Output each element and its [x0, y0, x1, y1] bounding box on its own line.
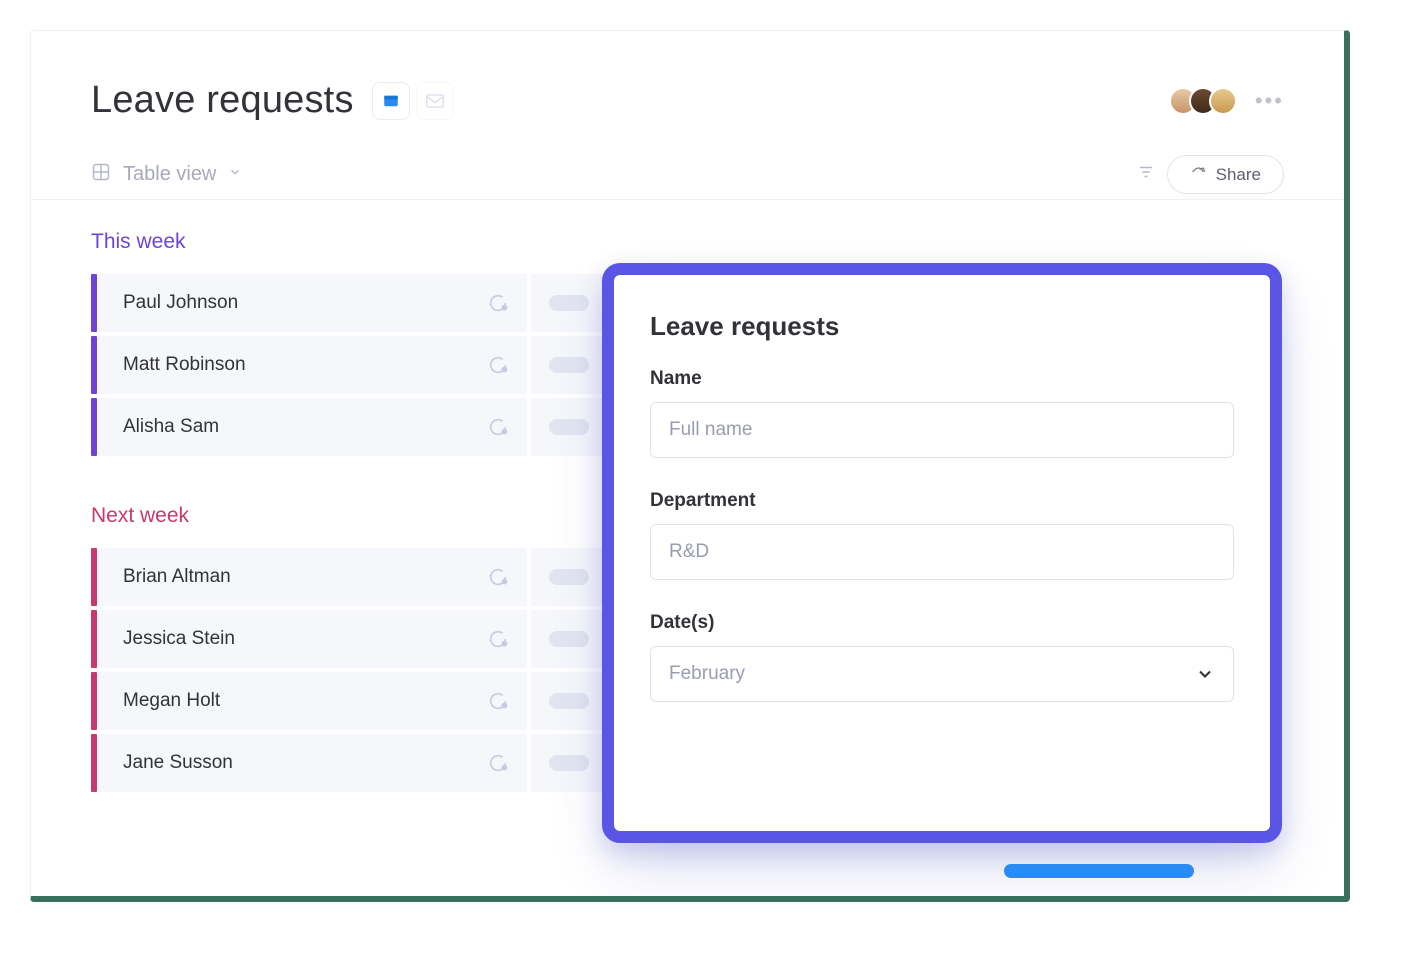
item-name: Megan Holt: [123, 690, 220, 712]
input-placeholder: R&D: [669, 541, 709, 563]
grid-icon: [91, 162, 111, 187]
page-title: Leave requests: [91, 79, 354, 122]
filter-icon[interactable]: [1137, 163, 1155, 186]
chat-icon[interactable]: [487, 690, 509, 712]
app-window: Leave requests ••• Table view: [30, 30, 1350, 902]
chat-icon[interactable]: [487, 628, 509, 650]
name-input[interactable]: Full name: [650, 402, 1234, 458]
chat-icon[interactable]: [487, 566, 509, 588]
view-selector[interactable]: Table view: [123, 163, 216, 186]
chat-icon[interactable]: [487, 752, 509, 774]
share-icon: [1190, 164, 1206, 185]
share-button[interactable]: Share: [1167, 155, 1284, 194]
item-name: Jessica Stein: [123, 628, 235, 650]
chat-icon[interactable]: [487, 416, 509, 438]
share-label: Share: [1216, 165, 1261, 185]
select-value: February: [669, 663, 745, 685]
board-header: Leave requests •••: [31, 31, 1344, 122]
name-cell[interactable]: Alisha Sam: [97, 398, 527, 456]
name-cell[interactable]: Matt Robinson: [97, 336, 527, 394]
item-name: Brian Altman: [123, 566, 231, 588]
field-label: Department: [650, 490, 1234, 512]
name-cell[interactable]: Jessica Stein: [97, 610, 527, 668]
field-department: Department R&D: [650, 490, 1234, 580]
input-placeholder: Full name: [669, 419, 752, 441]
item-name: Alisha Sam: [123, 416, 219, 438]
name-cell[interactable]: Megan Holt: [97, 672, 527, 730]
name-cell[interactable]: Brian Altman: [97, 548, 527, 606]
field-label: Name: [650, 368, 1234, 390]
board-icon[interactable]: [372, 82, 410, 120]
decorative-bar: [1004, 864, 1194, 878]
field-name: Name Full name: [650, 368, 1234, 458]
chevron-down-icon[interactable]: [228, 165, 242, 184]
toolbar: Table view Share: [31, 122, 1344, 200]
department-input[interactable]: R&D: [650, 524, 1234, 580]
chat-icon[interactable]: [487, 292, 509, 314]
dates-select[interactable]: February: [650, 646, 1234, 702]
status-pill: [549, 755, 589, 771]
status-pill: [549, 357, 589, 373]
item-name: Jane Susson: [123, 752, 233, 774]
chevron-down-icon: [1195, 664, 1215, 684]
status-pill: [549, 419, 589, 435]
more-icon[interactable]: •••: [1255, 88, 1284, 114]
name-cell[interactable]: Jane Susson: [97, 734, 527, 792]
status-pill: [549, 631, 589, 647]
field-label: Date(s): [650, 612, 1234, 634]
header-icons: [372, 82, 454, 120]
chat-icon[interactable]: [487, 354, 509, 376]
field-dates: Date(s) February: [650, 612, 1234, 702]
group-title[interactable]: This week: [91, 230, 1284, 254]
leave-request-form: Leave requests Name Full name Department…: [602, 263, 1282, 843]
form-title: Leave requests: [650, 311, 1234, 342]
member-avatars[interactable]: [1177, 87, 1237, 115]
status-pill: [549, 693, 589, 709]
mail-icon[interactable]: [416, 82, 454, 120]
status-pill: [549, 295, 589, 311]
item-name: Paul Johnson: [123, 292, 238, 314]
name-cell[interactable]: Paul Johnson: [97, 274, 527, 332]
item-name: Matt Robinson: [123, 354, 246, 376]
status-pill: [549, 569, 589, 585]
avatar[interactable]: [1209, 87, 1237, 115]
